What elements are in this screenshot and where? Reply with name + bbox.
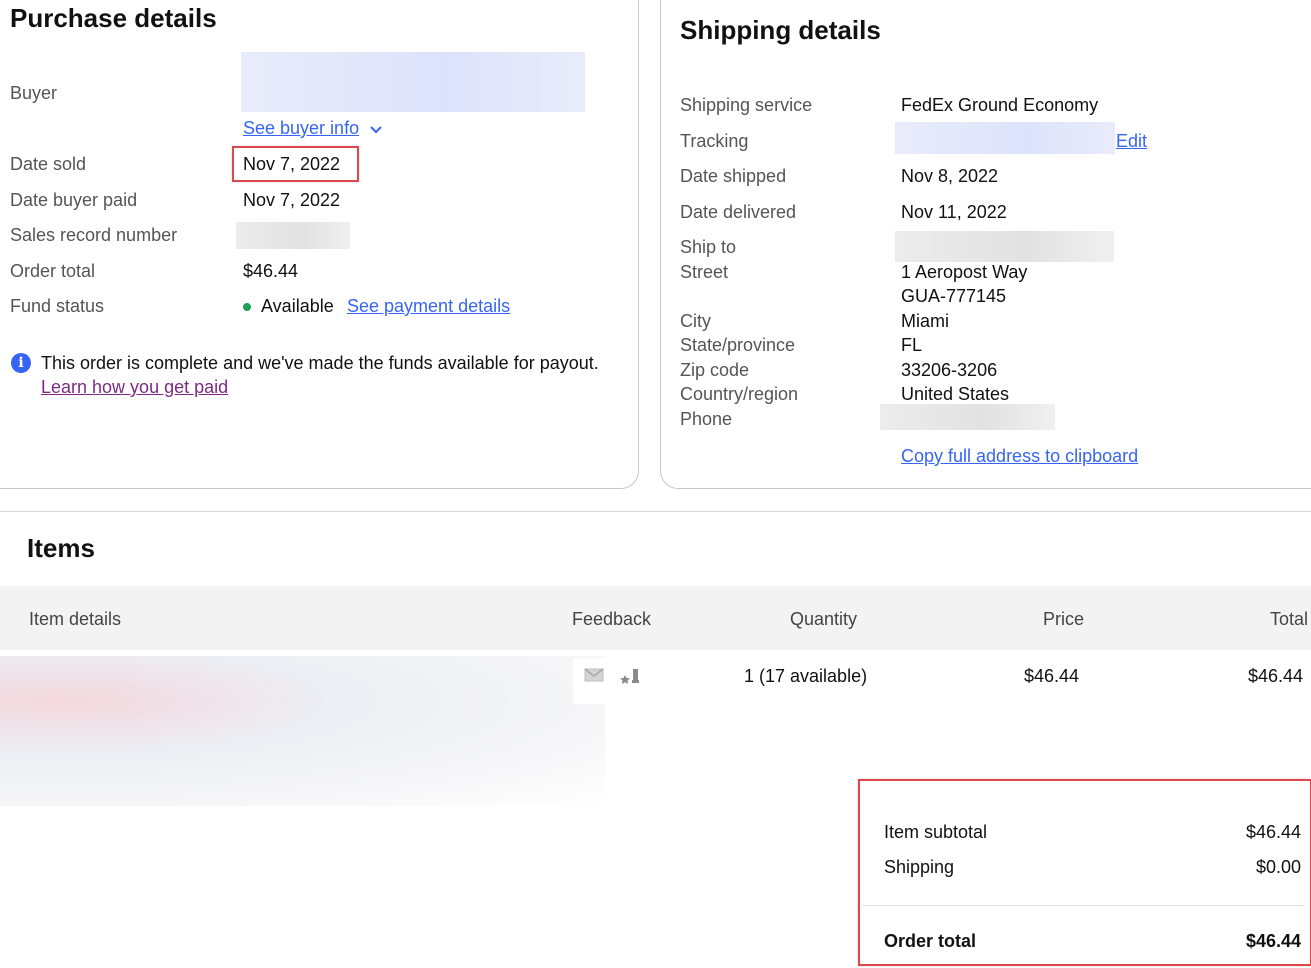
fund-status: Available [243,296,334,317]
phone-redacted [880,404,1055,430]
order-total-summary-value: $46.44 [1245,931,1301,951]
date-paid-label: Date buyer paid [10,190,138,210]
date-shipped-value: Nov 8, 2022 [901,166,999,186]
edit-tracking-link[interactable]: Edit [1116,131,1147,152]
col-price: Price [1043,609,1085,629]
copy-address-link[interactable]: Copy full address to clipboard [901,446,1138,467]
col-total: Total [1270,609,1309,629]
ship-to-label: Ship to [680,237,737,257]
item-price: $46.44 [1024,666,1080,686]
item-details-redacted[interactable] [0,656,605,806]
sales-record-label: Sales record number [10,225,178,245]
envelope-icon[interactable] [584,667,604,688]
date-paid-value: Nov 7, 2022 [243,190,341,210]
info-icon: i [11,353,31,373]
shipping-details-title: Shipping details [680,15,881,45]
street-label: Street [680,262,729,282]
col-quantity: Quantity [790,609,858,629]
order-total-value: $46.44 [243,261,299,281]
item-subtotal-value: $46.44 [1245,822,1301,842]
see-buyer-info-text: See buyer info [243,118,360,138]
city-value: Miami [901,311,949,331]
tracking-label: Tracking [680,131,749,151]
summary-divider [862,905,1304,906]
street-line-2: GUA-777145 [901,286,1007,306]
items-table-header [0,586,1311,650]
date-sold-value: Nov 7, 2022 [243,154,341,174]
date-shipped-label: Date shipped [680,166,787,186]
buyer-label: Buyer [10,83,58,103]
item-subtotal-label: Item subtotal [884,822,988,842]
col-item-details: Item details [29,609,122,629]
country-value: United States [901,384,1010,404]
zip-label: Zip code [680,360,750,380]
tracking-number-redacted[interactable] [895,122,1115,154]
shipping-cost-label: Shipping [884,857,955,877]
street-line-1: 1 Aeropost Way [901,262,1028,282]
available-status-dot [243,303,251,312]
order-complete-notice: This order is complete and we've made th… [41,353,599,373]
shipping-service-label: Shipping service [680,95,813,115]
phone-label: Phone [680,409,733,429]
section-divider [0,511,1311,512]
chevron-down-icon [370,119,382,140]
country-label: Country/region [680,384,799,404]
see-buyer-info-link[interactable]: See buyer info [243,118,382,140]
order-total-label: Order total [10,261,96,281]
order-total-summary-label: Order total [884,931,977,951]
items-title: Items [27,533,95,563]
item-quantity: 1 (17 available) [744,666,868,686]
zip-value: 33206-3206 [901,360,998,380]
col-feedback: Feedback [572,609,652,629]
state-value: FL [901,335,923,355]
buyer-name-redacted [241,52,585,112]
date-delivered-value: Nov 11, 2022 [901,202,1007,222]
item-total: $46.44 [1248,666,1304,686]
sales-record-redacted [236,222,350,249]
date-delivered-label: Date delivered [680,202,797,222]
learn-how-paid-link[interactable]: Learn how you get paid [41,377,228,398]
fund-status-label: Fund status [10,296,105,316]
purchase-details-title: Purchase details [10,3,217,33]
leave-feedback-icon[interactable] [619,667,641,692]
shipping-service-value: FedEx Ground Economy [901,95,1099,115]
state-label: State/province [680,335,796,355]
shipping-cost-value: $0.00 [1255,857,1301,877]
see-payment-details-link[interactable]: See payment details [347,296,510,317]
city-label: City [680,311,711,331]
date-sold-label: Date sold [10,154,87,174]
fund-status-value: Available [261,296,334,316]
ship-to-name-redacted [895,231,1114,262]
